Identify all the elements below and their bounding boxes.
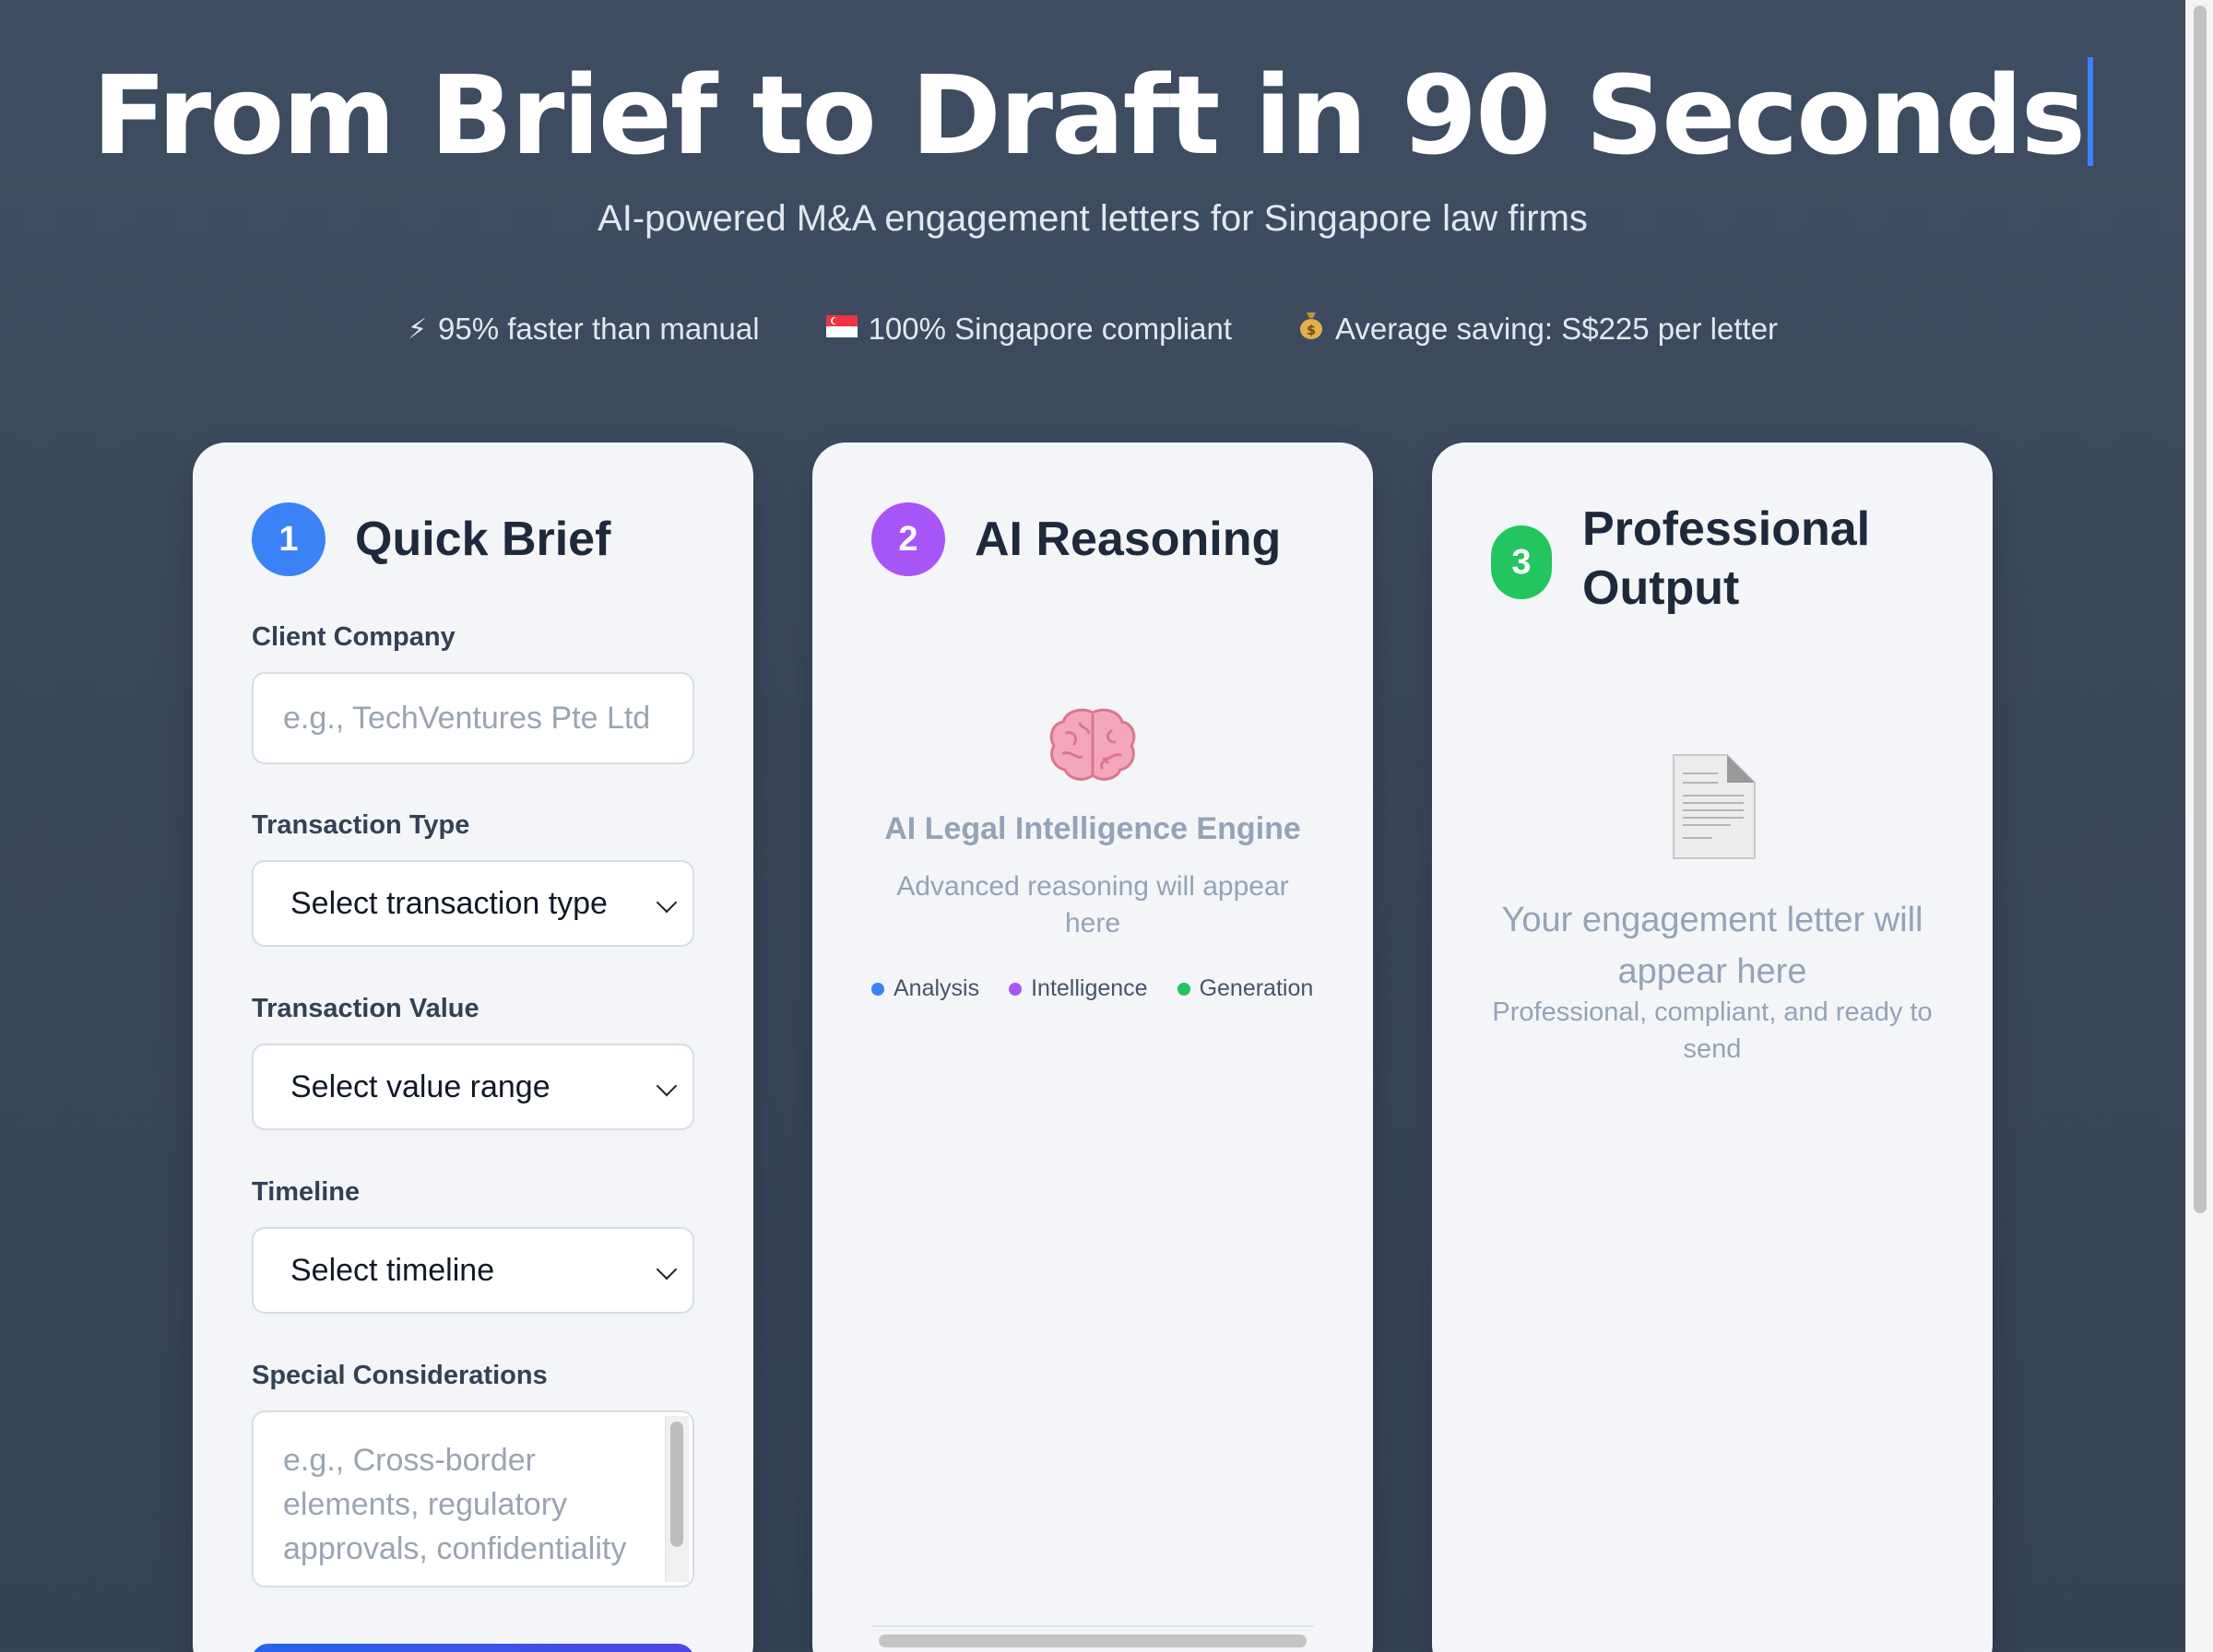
hero-subtitle: AI-powered M&A engagement letters for Si… [598, 198, 1588, 239]
special-considerations-textarea[interactable]: e.g., Cross-border elements, regulatory … [252, 1410, 694, 1587]
professional-output-title: Professional Output [1582, 502, 1871, 615]
chevron-down-icon [656, 1075, 678, 1097]
quick-brief-card: 1 Quick Brief Client Company Transaction… [193, 442, 753, 1652]
transaction-value-value: Select value range [290, 1068, 550, 1104]
timeline-value: Select timeline [290, 1252, 495, 1288]
output-placeholder-title: Your engagement letter will appear here [1501, 901, 1923, 991]
client-company-label: Client Company [252, 622, 456, 652]
legend-intelligence-label: Intelligence [1031, 975, 1148, 1001]
page-scrollbar-thumb[interactable] [2194, 6, 2207, 1213]
legend-intelligence: Intelligence [1009, 975, 1148, 1002]
stat-speed-text: 95% faster than manual [438, 312, 760, 346]
stat-saving-text: Average saving: S$225 per letter [1335, 312, 1779, 346]
textarea-scrollbar[interactable] [665, 1416, 689, 1582]
textarea-scrollbar-thumb[interactable] [670, 1422, 683, 1547]
generation-dot-icon [1177, 982, 1190, 996]
chevron-down-icon [656, 1258, 678, 1280]
legend-generation-label: Generation [1199, 975, 1314, 1001]
typing-caret [2088, 57, 2094, 166]
document-icon [1666, 751, 1758, 862]
stats-row: ⚡ 95% faster than manual 100% Singapore … [0, 311, 2185, 348]
legend-analysis-label: Analysis [893, 975, 980, 1001]
step-2-badge: 2 [871, 502, 945, 576]
transaction-type-label: Transaction Type [252, 810, 470, 840]
hero-title: From Brief to Draft in 90 Seconds [0, 51, 2185, 180]
reasoning-progress-track [871, 1625, 1314, 1649]
legend-analysis: Analysis [871, 975, 979, 1002]
intelligence-dot-icon [1009, 982, 1023, 996]
timeline-label: Timeline [252, 1177, 361, 1207]
stat-compliance-text: 100% Singapore compliant [868, 312, 1232, 346]
transaction-type-value: Select transaction type [290, 885, 608, 921]
transaction-value-label: Transaction Value [252, 994, 479, 1023]
special-considerations-label: Special Considerations [252, 1361, 548, 1390]
engine-title: AI Legal Intelligence Engine [884, 811, 1301, 846]
brain-icon [1047, 705, 1139, 784]
step-1-badge: 1 [252, 502, 325, 576]
output-placeholder-subtitle: Professional, compliant, and ready to se… [1492, 997, 1933, 1064]
quick-brief-title: Quick Brief [355, 513, 611, 566]
ai-reasoning-card: 2 AI Reasoning AI Legal Intelligence Eng… [812, 442, 1373, 1652]
singapore-flag-icon [825, 313, 858, 345]
step-3-badge: 3 [1491, 525, 1552, 599]
page-scrollbar[interactable] [2185, 0, 2213, 1652]
transaction-value-select[interactable]: Select value range [252, 1044, 694, 1130]
generate-button[interactable] [252, 1644, 694, 1652]
legend-generation: Generation [1177, 975, 1314, 1002]
stat-speed: ⚡ 95% faster than manual [408, 311, 760, 348]
engine-subtitle: Advanced reasoning will appear here [896, 871, 1289, 938]
lightning-icon: ⚡ [407, 313, 428, 345]
client-company-input[interactable] [252, 672, 694, 764]
chevron-down-icon [656, 891, 678, 914]
svg-text:$: $ [1307, 324, 1316, 338]
stat-saving: $ Average saving: S$225 per letter [1298, 311, 1778, 348]
analysis-dot-icon [871, 982, 884, 996]
ai-reasoning-title: AI Reasoning [975, 513, 1282, 566]
hero-title-text: From Brief to Draft in 90 Seconds [91, 52, 2086, 179]
special-considerations-placeholder: e.g., Cross-border elements, regulatory … [283, 1443, 627, 1586]
transaction-type-select[interactable]: Select transaction type [252, 860, 694, 947]
timeline-select[interactable]: Select timeline [252, 1227, 694, 1314]
stat-compliance: 100% Singapore compliant [825, 311, 1232, 348]
professional-output-card: 3 Professional Output Your engagement le… [1432, 442, 1993, 1652]
reasoning-legend: Analysis Intelligence Generation [871, 975, 1314, 1002]
reasoning-progress-fill [879, 1634, 1307, 1647]
money-bag-icon: $ [1298, 311, 1324, 348]
